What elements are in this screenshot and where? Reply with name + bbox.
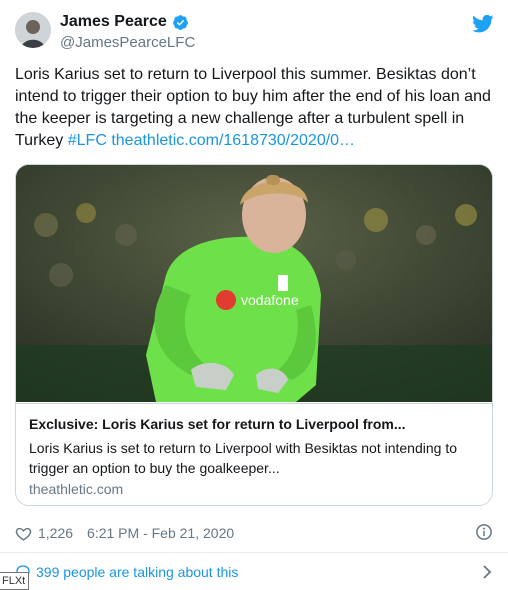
svg-text:vodafone: vodafone <box>241 292 299 308</box>
info-icon[interactable] <box>475 523 493 541</box>
card-domain: theathletic.com <box>29 481 124 497</box>
avatar-image <box>15 12 51 48</box>
photo-goalkeeper-image: vodafone <box>16 165 492 402</box>
author-handle[interactable]: @JamesPearceLFC <box>60 34 195 51</box>
tweet-text: Loris Karius set to return to Liverpool … <box>15 64 493 152</box>
tooltip: FLXt <box>0 572 30 590</box>
author-names[interactable]: James Pearce @JamesPearceLFC <box>60 12 195 51</box>
conversation-footer[interactable]: 399 people are talking about this <box>0 553 508 590</box>
hashtag-link[interactable]: #LFC <box>68 132 107 149</box>
verified-icon <box>172 14 188 30</box>
author-display-name[interactable]: James Pearce <box>60 13 167 31</box>
tweet-timestamp[interactable]: 6:21 PM - Feb 21, 2020 <box>87 525 234 541</box>
tweet-header: James Pearce @JamesPearceLFC <box>15 12 496 52</box>
avatar[interactable] <box>15 12 51 48</box>
like-count[interactable]: 1,226 <box>38 525 73 541</box>
card-image[interactable]: vodafone <box>16 165 492 402</box>
card-title[interactable]: Exclusive: Loris Karius set for return t… <box>29 416 406 432</box>
chevron-right-icon[interactable] <box>482 564 492 580</box>
card-body[interactable]: Exclusive: Loris Karius set for return t… <box>16 403 492 497</box>
article-link[interactable]: theathletic.com/1618730/2020/0… <box>111 132 355 149</box>
tweet-meta: 1,226 6:21 PM - Feb 21, 2020 <box>15 522 493 544</box>
conversation-link[interactable]: 399 people are talking about this <box>36 564 238 580</box>
heart-icon[interactable] <box>15 525 32 542</box>
embedded-tweet: James Pearce @JamesPearceLFC Loris Kariu… <box>0 0 508 590</box>
card-description: Loris Karius is set to return to Liverpo… <box>29 440 457 476</box>
twitter-bird-icon[interactable] <box>472 14 494 34</box>
link-card[interactable]: vodafone Exclusive: Loris Karius set for… <box>15 164 493 506</box>
